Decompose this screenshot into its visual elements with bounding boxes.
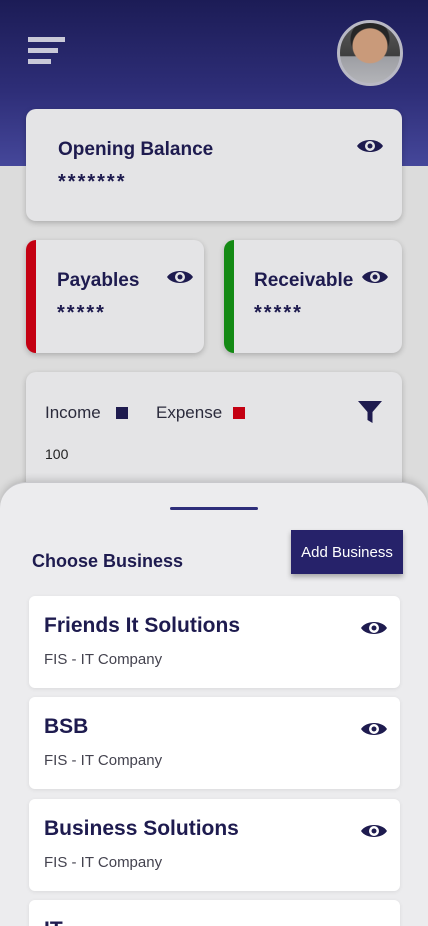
eye-icon[interactable] (361, 268, 389, 286)
eye-icon[interactable] (360, 619, 388, 637)
receivable-card[interactable]: Receivable ***** (224, 240, 402, 353)
sheet-drag-handle[interactable] (170, 507, 258, 510)
business-item[interactable]: Friends It Solutions FIS - IT Company (29, 596, 400, 688)
business-subtitle: FIS - IT Company (44, 854, 163, 871)
eye-icon[interactable] (166, 268, 194, 286)
hamburger-menu-icon[interactable] (28, 37, 66, 67)
opening-balance-title: Opening Balance (58, 139, 214, 160)
opening-balance-value: ******* (58, 171, 127, 193)
avatar[interactable] (337, 20, 403, 86)
eye-icon[interactable] (360, 822, 388, 840)
receivable-value: ***** (254, 302, 303, 324)
legend-income-swatch (116, 407, 128, 419)
business-subtitle: FIS - IT Company (44, 651, 163, 668)
choose-business-title: Choose Business (32, 551, 184, 571)
receivable-title: Receivable (254, 270, 354, 291)
business-item[interactable]: BSB FIS - IT Company (29, 697, 400, 789)
eye-icon[interactable] (360, 720, 388, 738)
payables-card[interactable]: Payables ***** (26, 240, 204, 353)
legend-income-label: Income (45, 403, 101, 422)
business-name: BSB (44, 715, 89, 738)
business-subtitle: FIS - IT Company (44, 752, 163, 769)
choose-business-sheet: Choose Business Add Business Friends It … (0, 482, 428, 926)
payables-value: ***** (57, 302, 106, 324)
business-item[interactable]: IT (29, 900, 400, 926)
opening-balance-card: Opening Balance ******* (26, 109, 402, 221)
add-business-button[interactable]: Add Business (291, 530, 403, 574)
business-name: Business Solutions (44, 817, 239, 840)
business-name: IT (44, 918, 63, 926)
legend-expense-label: Expense (156, 403, 223, 422)
eye-icon[interactable] (356, 137, 384, 155)
payables-title: Payables (57, 270, 140, 291)
y-axis-tick-label: 100 (45, 446, 69, 462)
legend-expense-swatch (233, 407, 245, 419)
business-item[interactable]: Business Solutions FIS - IT Company (29, 799, 400, 891)
business-name: Friends It Solutions (44, 614, 241, 637)
filter-icon[interactable] (357, 399, 383, 425)
